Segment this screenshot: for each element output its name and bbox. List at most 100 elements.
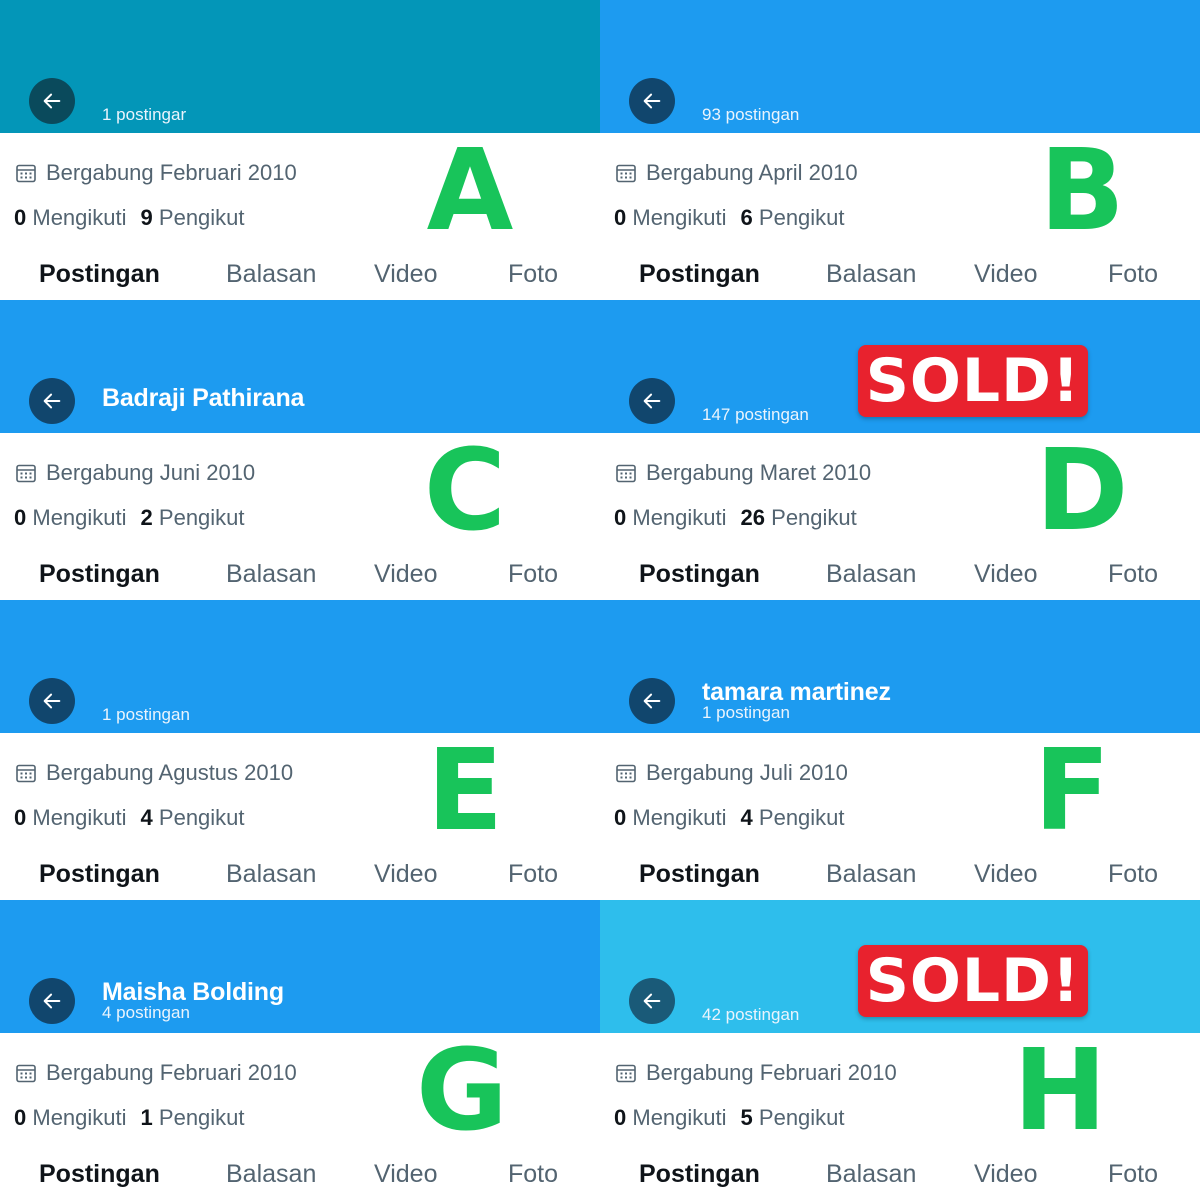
tab-replies[interactable]: Balasan (826, 560, 916, 589)
followers-link[interactable]: 4 Pengikut (141, 805, 245, 830)
calendar-icon (14, 161, 38, 185)
tab-video[interactable]: Video (374, 560, 438, 589)
joined-date: Bergabung Agustus 2010 (14, 760, 293, 786)
tab-posts[interactable]: Postingan (39, 260, 160, 289)
tab-video[interactable]: Video (374, 1160, 438, 1189)
follow-stats: 0 Mengikuti 2 Pengikut (14, 505, 245, 531)
tab-posts[interactable]: Postingan (639, 1160, 760, 1189)
joined-date: Bergabung Maret 2010 (614, 460, 871, 486)
tab-replies[interactable]: Balasan (226, 560, 316, 589)
back-arrow-icon (641, 990, 663, 1012)
followers-link[interactable]: 5 Pengikut (741, 1105, 845, 1130)
profile-banner (0, 0, 600, 133)
follow-stats: 0 Mengikuti 5 Pengikut (614, 1105, 845, 1131)
tab-posts[interactable]: Postingan (39, 560, 160, 589)
tab-photos[interactable]: Foto (508, 260, 558, 289)
following-count: 0 (14, 1105, 27, 1130)
following-link[interactable]: 0 Mengikuti (614, 1105, 727, 1130)
following-count: 0 (614, 205, 627, 230)
followers-count: 2 (140, 505, 153, 530)
tab-replies[interactable]: Balasan (226, 1160, 316, 1189)
following-link[interactable]: 0 Mengikuti (14, 1105, 127, 1130)
joined-date: Bergabung Februari 2010 (14, 1060, 297, 1086)
back-button[interactable] (629, 978, 675, 1024)
following-link[interactable]: 0 Mengikuti (614, 805, 727, 830)
tab-replies[interactable]: Balasan (226, 860, 316, 889)
joined-date: Bergabung Juli 2010 (614, 760, 848, 786)
followers-label: Pengikut (158, 1105, 245, 1130)
following-label: Mengikuti (32, 505, 127, 530)
tab-photos[interactable]: Foto (508, 560, 558, 589)
followers-link[interactable]: 9 Pengikut (141, 205, 245, 230)
profile-tabs: Postingan Balasan Video Foto (0, 860, 600, 896)
tab-replies[interactable]: Balasan (826, 260, 916, 289)
tab-video[interactable]: Video (374, 860, 438, 889)
tab-photos[interactable]: Foto (508, 1160, 558, 1189)
tab-posts[interactable]: Postingan (639, 860, 760, 889)
back-arrow-icon (641, 90, 663, 112)
joined-date: Bergabung Juni 2010 (14, 460, 255, 486)
tab-posts[interactable]: Postingan (639, 260, 760, 289)
option-letter: F (1033, 726, 1111, 856)
profile-card-g: Maisha Bolding 4 postingan Bergabung Febru… (0, 900, 600, 1200)
tab-replies[interactable]: Balasan (226, 260, 316, 289)
back-button[interactable] (29, 378, 75, 424)
post-count: 93 postingan (702, 105, 800, 124)
following-link[interactable]: 0 Mengikuti (14, 505, 127, 530)
tab-photos[interactable]: Foto (1108, 860, 1158, 889)
following-link[interactable]: 0 Mengikuti (14, 805, 127, 830)
following-link[interactable]: 0 Mengikuti (614, 505, 727, 530)
tab-video[interactable]: Video (974, 860, 1038, 889)
following-label: Mengikuti (632, 1105, 727, 1130)
tab-video[interactable]: Video (974, 1160, 1038, 1189)
followers-count: 4 (740, 805, 753, 830)
following-link[interactable]: 0 Mengikuti (14, 205, 127, 230)
post-count: 1 postingar (102, 105, 187, 124)
follow-stats: 0 Mengikuti 9 Pengikut (14, 205, 245, 231)
post-count: 4 postingan (102, 1003, 190, 1022)
back-button[interactable] (629, 378, 675, 424)
tab-photos[interactable]: Foto (508, 860, 558, 889)
back-arrow-icon (41, 990, 63, 1012)
calendar-icon (14, 761, 38, 785)
profile-tabs: Postingan Balasan Video Foto (600, 260, 1200, 296)
calendar-icon (614, 161, 638, 185)
followers-count: 9 (140, 205, 153, 230)
profile-card-e: 1 postingan Bergabung Agustus 2010 0 Mengi… (0, 600, 600, 900)
followers-link[interactable]: 26 Pengikut (741, 505, 857, 530)
back-button[interactable] (629, 678, 675, 724)
followers-link[interactable]: 4 Pengikut (741, 805, 845, 830)
tab-video[interactable]: Video (974, 560, 1038, 589)
tab-video[interactable]: Video (374, 260, 438, 289)
followers-link[interactable]: 6 Pengikut (741, 205, 845, 230)
followers-link[interactable]: 1 Pengikut (141, 1105, 245, 1130)
following-count: 0 (14, 505, 27, 530)
tab-posts[interactable]: Postingan (639, 560, 760, 589)
back-button[interactable] (29, 78, 75, 124)
followers-label: Pengikut (771, 505, 857, 530)
joined-text: Bergabung Februari 2010 (46, 1060, 297, 1085)
back-arrow-icon (641, 690, 663, 712)
profile-banner (600, 0, 1200, 133)
tab-photos[interactable]: Foto (1108, 260, 1158, 289)
tab-posts[interactable]: Postingan (39, 860, 160, 889)
post-count: 1 postingan (102, 705, 190, 724)
back-button[interactable] (29, 978, 75, 1024)
follow-stats: 0 Mengikuti 26 Pengikut (614, 505, 857, 531)
tab-photos[interactable]: Foto (1108, 560, 1158, 589)
back-button[interactable] (29, 678, 75, 724)
following-link[interactable]: 0 Mengikuti (614, 205, 727, 230)
joined-text: Bergabung Juni 2010 (46, 460, 256, 485)
followers-link[interactable]: 2 Pengikut (141, 505, 245, 530)
tab-video[interactable]: Video (974, 260, 1038, 289)
tab-replies[interactable]: Balasan (826, 860, 916, 889)
sold-badge: SOLD! (858, 945, 1088, 1017)
tab-photos[interactable]: Foto (1108, 1160, 1158, 1189)
tab-posts[interactable]: Postingan (39, 1160, 160, 1189)
back-button[interactable] (629, 78, 675, 124)
following-label: Mengikuti (32, 1105, 127, 1130)
tab-replies[interactable]: Balasan (826, 1160, 916, 1189)
following-count: 0 (14, 805, 27, 830)
following-label: Mengikuti (32, 805, 127, 830)
joined-date: Bergabung Februari 2010 (14, 160, 297, 186)
